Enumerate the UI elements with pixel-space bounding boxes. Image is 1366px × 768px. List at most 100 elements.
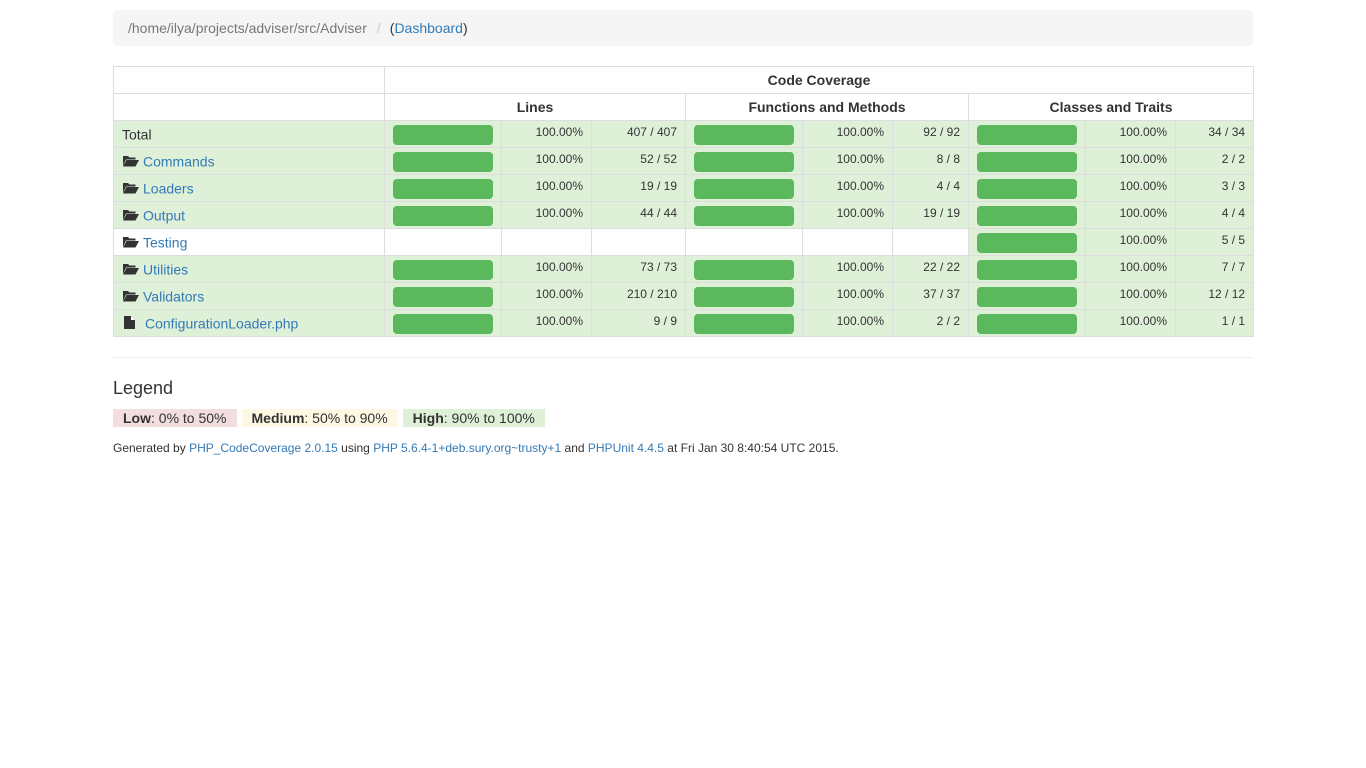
coverage-progress-fill <box>393 152 493 172</box>
coverage-progress-bar <box>977 125 1077 145</box>
lines-bar-cell <box>384 228 502 256</box>
legend-title: Legend <box>113 378 174 398</box>
lines-count: 73 / 73 <box>591 255 686 283</box>
coverage-table: Code Coverage Lines Functions and Method… <box>113 66 1255 337</box>
funcs-count: 4 / 4 <box>892 174 969 202</box>
coverage-progress-fill <box>977 206 1077 226</box>
row-link[interactable]: Output <box>143 208 185 224</box>
coverage-progress-fill <box>694 206 794 226</box>
funcs-bar-cell <box>685 120 803 148</box>
file-icon <box>124 315 135 332</box>
coverage-progress-fill <box>977 314 1077 334</box>
coverage-progress-bar <box>393 152 493 172</box>
lines-bar-cell <box>384 201 502 229</box>
classes-bar-cell <box>968 174 1086 202</box>
php-version-link[interactable]: PHP 5.6.4-1+deb.sury.org~trusty+1 <box>373 441 561 455</box>
funcs-count: 19 / 19 <box>892 201 969 229</box>
classes-bar-cell <box>968 255 1086 283</box>
lines-count: 52 / 52 <box>591 147 686 175</box>
funcs-percent: 100.00% <box>802 174 893 202</box>
coverage-progress-fill <box>977 125 1077 145</box>
funcs-percent: 100.00% <box>802 201 893 229</box>
coverage-progress-fill <box>393 179 493 199</box>
table-row: Output 100.00% 44 / 44 100.00% 19 / 19 100.00… <box>113 201 1255 229</box>
table-row: Utilities 100.00% 73 / 73 100.00% 22 / 22 100… <box>113 255 1255 283</box>
table-row: Loaders 100.00% 19 / 19 100.00% 4 / 4 100.00%… <box>113 174 1255 202</box>
classes-bar-cell <box>968 201 1086 229</box>
php-codecoverage-link[interactable]: PHP_CodeCoverage 2.0.15 <box>189 441 338 455</box>
coverage-progress-fill <box>393 260 493 280</box>
classes-percent: 100.00% <box>1085 282 1176 310</box>
funcs-count: 22 / 22 <box>892 255 969 283</box>
classes-bar-cell <box>968 282 1086 310</box>
coverage-progress-fill <box>393 314 493 334</box>
funcs-percent: 100.00% <box>802 282 893 310</box>
lines-count: 19 / 19 <box>591 174 686 202</box>
funcs-bar-cell <box>685 228 803 256</box>
classes-bar-cell <box>968 228 1086 256</box>
lines-percent: 100.00% <box>501 255 592 283</box>
legend-high: High: 90% to 100% <box>402 409 545 427</box>
classes-count: 12 / 12 <box>1174 282 1255 310</box>
coverage-progress-fill <box>977 152 1077 172</box>
lines-percent: 100.00% <box>501 120 592 148</box>
lines-count: 44 / 44 <box>591 201 686 229</box>
row-link[interactable]: ConfigurationLoader.php <box>145 316 298 332</box>
funcs-bar-cell <box>685 147 803 175</box>
coverage-progress-bar <box>694 287 794 307</box>
header-lines: Lines <box>384 93 686 121</box>
breadcrumb-path: /home/ilya/projects/adviser/src/Adviser <box>128 20 367 36</box>
coverage-progress-bar <box>393 260 493 280</box>
row-name-cell: Commands <box>113 147 385 175</box>
coverage-progress-fill <box>393 125 493 145</box>
legend: Low: 0% to 50% Medium: 50% to 90% High: … <box>113 409 1253 427</box>
coverage-rows: Total 100.00% 407 / 407 100.00% 92 / 92 100.0… <box>113 120 1255 337</box>
breadcrumb: /home/ilya/projects/adviser/src/Adviser … <box>113 10 1253 46</box>
coverage-progress-fill <box>977 260 1077 280</box>
header-blank-2 <box>113 93 385 121</box>
funcs-percent: 100.00% <box>802 147 893 175</box>
dashboard-link[interactable]: Dashboard <box>394 20 463 36</box>
coverage-progress-fill <box>694 152 794 172</box>
classes-bar-cell <box>968 120 1086 148</box>
classes-count: 1 / 1 <box>1174 309 1255 337</box>
coverage-progress-fill <box>694 287 794 307</box>
table-row: Total 100.00% 407 / 407 100.00% 92 / 92 100.0… <box>113 120 1255 148</box>
coverage-progress-fill <box>977 233 1077 253</box>
coverage-progress-bar <box>977 179 1077 199</box>
coverage-progress-bar <box>977 287 1077 307</box>
folder-open-icon <box>122 235 139 251</box>
coverage-progress-bar <box>977 152 1077 172</box>
row-name-cell: ConfigurationLoader.php <box>113 309 385 337</box>
row-link[interactable]: Loaders <box>143 181 194 197</box>
header-classes: Classes and Traits <box>967 93 1255 121</box>
phpunit-link[interactable]: PHPUnit 4.4.5 <box>588 441 664 455</box>
coverage-progress-fill <box>977 179 1077 199</box>
row-link[interactable]: Testing <box>143 235 187 251</box>
coverage-progress-bar <box>977 314 1077 334</box>
row-link[interactable]: Validators <box>143 289 204 305</box>
lines-bar-cell <box>384 309 502 337</box>
coverage-progress-fill <box>393 206 493 226</box>
coverage-progress-bar <box>393 287 493 307</box>
coverage-progress-fill <box>977 287 1077 307</box>
row-link[interactable]: Utilities <box>143 262 188 278</box>
lines-percent: 100.00% <box>501 174 592 202</box>
classes-count: 4 / 4 <box>1174 201 1255 229</box>
page-container: /home/ilya/projects/adviser/src/Adviser … <box>113 0 1255 455</box>
coverage-progress-bar <box>393 314 493 334</box>
coverage-progress-bar <box>694 260 794 280</box>
coverage-progress-fill <box>393 287 493 307</box>
coverage-progress-fill <box>694 314 794 334</box>
table-row: ConfigurationLoader.php 100.00% 9 / 9 100.0… <box>113 309 1255 337</box>
breadcrumb-dashboard: (Dashboard) <box>389 20 468 36</box>
funcs-percent: 100.00% <box>802 255 893 283</box>
coverage-progress-bar <box>694 179 794 199</box>
lines-count: 9 / 9 <box>591 309 686 337</box>
folder-open-icon <box>122 154 139 170</box>
classes-count: 5 / 5 <box>1174 228 1255 256</box>
lines-percent: 100.00% <box>501 201 592 229</box>
funcs-count <box>892 228 969 256</box>
header-functions: Functions and Methods <box>685 93 969 121</box>
row-link[interactable]: Commands <box>143 154 215 170</box>
